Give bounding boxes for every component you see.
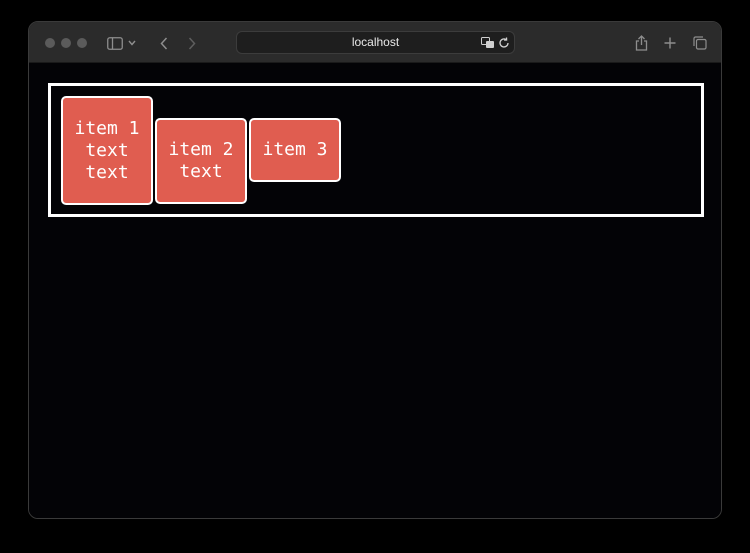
zoom-window-button[interactable]: [77, 38, 87, 48]
minimize-window-button[interactable]: [61, 38, 71, 48]
flex-item: item 3: [249, 118, 341, 182]
reload-icon[interactable]: [497, 36, 511, 50]
forward-icon[interactable]: [181, 32, 203, 54]
address-bar[interactable]: localhost: [236, 31, 515, 54]
share-icon[interactable]: [630, 32, 652, 54]
translate-icon[interactable]: [481, 36, 495, 50]
tab-overview-icon[interactable]: [689, 32, 711, 54]
browser-window: localhost item 1 text text item 2 text i…: [28, 21, 722, 519]
chevron-down-icon[interactable]: [126, 32, 138, 54]
address-text: localhost: [351, 35, 400, 49]
flex-item: item 1 text text: [61, 96, 153, 205]
flex-container: item 1 text text item 2 text item 3: [48, 83, 704, 217]
page-content: item 1 text text item 2 text item 3: [29, 63, 721, 518]
flex-item: item 2 text: [155, 118, 247, 204]
back-icon[interactable]: [153, 32, 175, 54]
new-tab-icon[interactable]: [659, 32, 681, 54]
sidebar-icon[interactable]: [104, 32, 126, 54]
browser-toolbar: localhost: [29, 22, 721, 63]
close-window-button[interactable]: [45, 38, 55, 48]
